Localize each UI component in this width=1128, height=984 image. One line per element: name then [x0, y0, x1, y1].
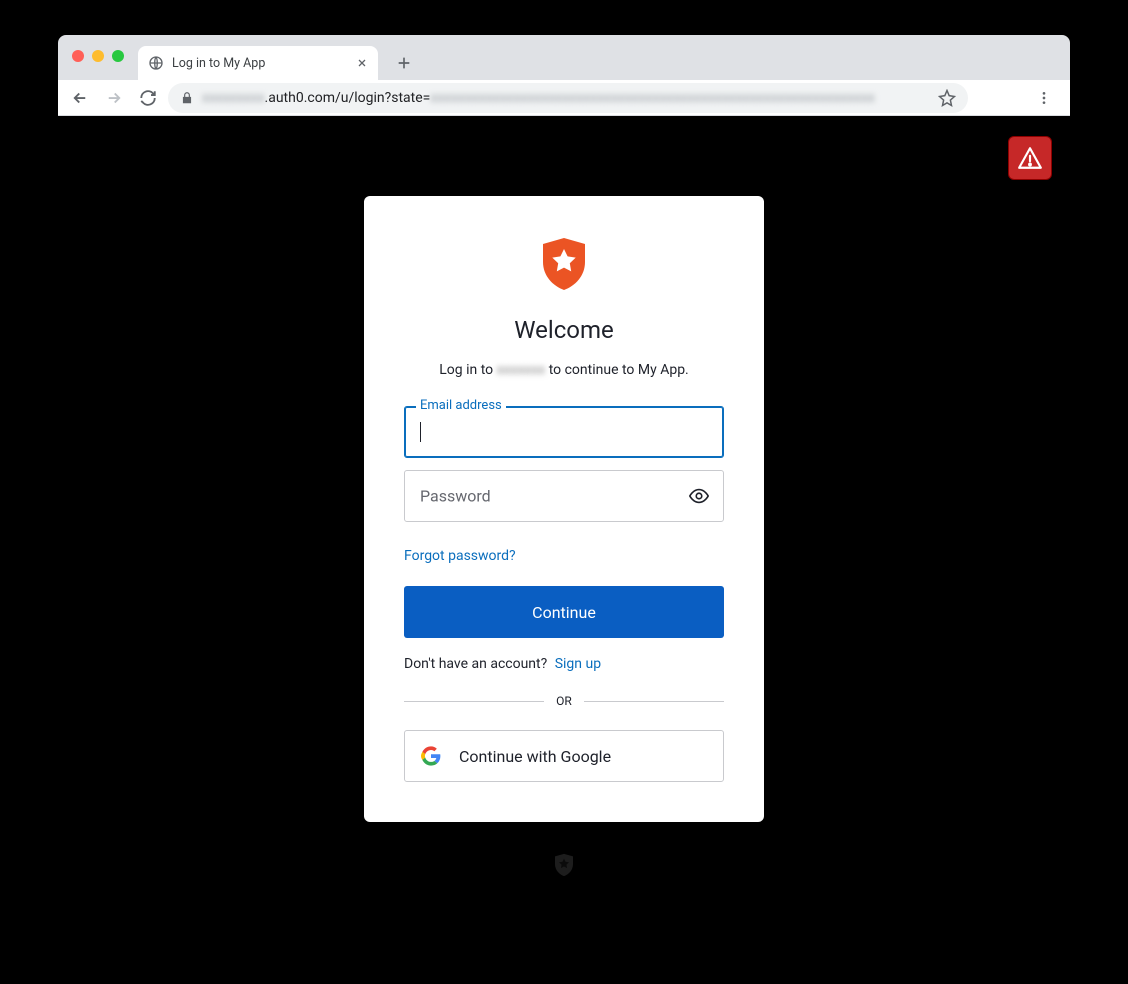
- page-viewport: Welcome Log in to xxxxxxx to continue to…: [58, 116, 1070, 913]
- continue-with-google-button[interactable]: Continue with Google: [404, 730, 724, 782]
- warning-triangle-icon: [1017, 145, 1043, 171]
- login-subtitle: Log in to xxxxxxx to continue to My App.: [404, 362, 724, 378]
- globe-icon: [148, 55, 164, 71]
- window-close-button[interactable]: [72, 50, 84, 62]
- reload-button[interactable]: [134, 84, 162, 112]
- window-zoom-button[interactable]: [112, 50, 124, 62]
- divider-line: [584, 701, 724, 702]
- text-caret: [420, 422, 421, 442]
- or-divider: OR: [404, 694, 724, 708]
- shield-star-icon: [539, 236, 589, 292]
- bookmark-star-icon[interactable]: [938, 89, 956, 107]
- google-icon: [421, 746, 441, 766]
- browser-tab[interactable]: Log in to My App: [138, 46, 378, 80]
- password-field-wrapper: Password: [404, 470, 724, 522]
- window-minimize-button[interactable]: [92, 50, 104, 62]
- password-input[interactable]: [404, 470, 724, 522]
- alert-badge[interactable]: [1008, 136, 1052, 180]
- forgot-password-link[interactable]: Forgot password?: [404, 548, 516, 564]
- window-controls: [72, 50, 124, 62]
- login-card: Welcome Log in to xxxxxxx to continue to…: [364, 196, 764, 822]
- browser-toolbar: xxxxxxxxx.auth0.com/u/login?state=xxxxxx…: [58, 80, 1070, 116]
- or-text: OR: [556, 694, 572, 708]
- email-input[interactable]: [404, 406, 724, 458]
- signup-row: Don't have an account? Sign up: [404, 656, 724, 672]
- no-account-text: Don't have an account?: [404, 656, 547, 672]
- lock-icon: [180, 91, 194, 105]
- welcome-heading: Welcome: [404, 316, 724, 344]
- continue-button[interactable]: Continue: [404, 586, 724, 638]
- browser-window: Log in to My App xxxxxxxxx.auth0.com/u/l…: [58, 35, 1070, 913]
- email-field-wrapper: Email address: [404, 406, 724, 458]
- app-logo: [404, 236, 724, 292]
- address-bar[interactable]: xxxxxxxxx.auth0.com/u/login?state=xxxxxx…: [168, 83, 968, 113]
- url-text: xxxxxxxxx.auth0.com/u/login?state=xxxxxx…: [202, 90, 875, 106]
- close-tab-button[interactable]: [356, 57, 368, 69]
- footer-logo: [553, 853, 575, 877]
- divider-line: [404, 701, 544, 702]
- email-label: Email address: [416, 398, 506, 413]
- google-button-label: Continue with Google: [459, 747, 611, 766]
- new-tab-button[interactable]: [390, 49, 418, 77]
- signup-link[interactable]: Sign up: [555, 656, 601, 672]
- back-button[interactable]: [66, 84, 94, 112]
- tab-title: Log in to My App: [172, 56, 265, 71]
- forward-button[interactable]: [100, 84, 128, 112]
- shield-icon: [553, 853, 575, 877]
- show-password-button[interactable]: [688, 485, 710, 507]
- tab-strip: Log in to My App: [58, 35, 1070, 80]
- eye-icon: [688, 485, 710, 507]
- browser-menu-button[interactable]: [1030, 84, 1058, 112]
